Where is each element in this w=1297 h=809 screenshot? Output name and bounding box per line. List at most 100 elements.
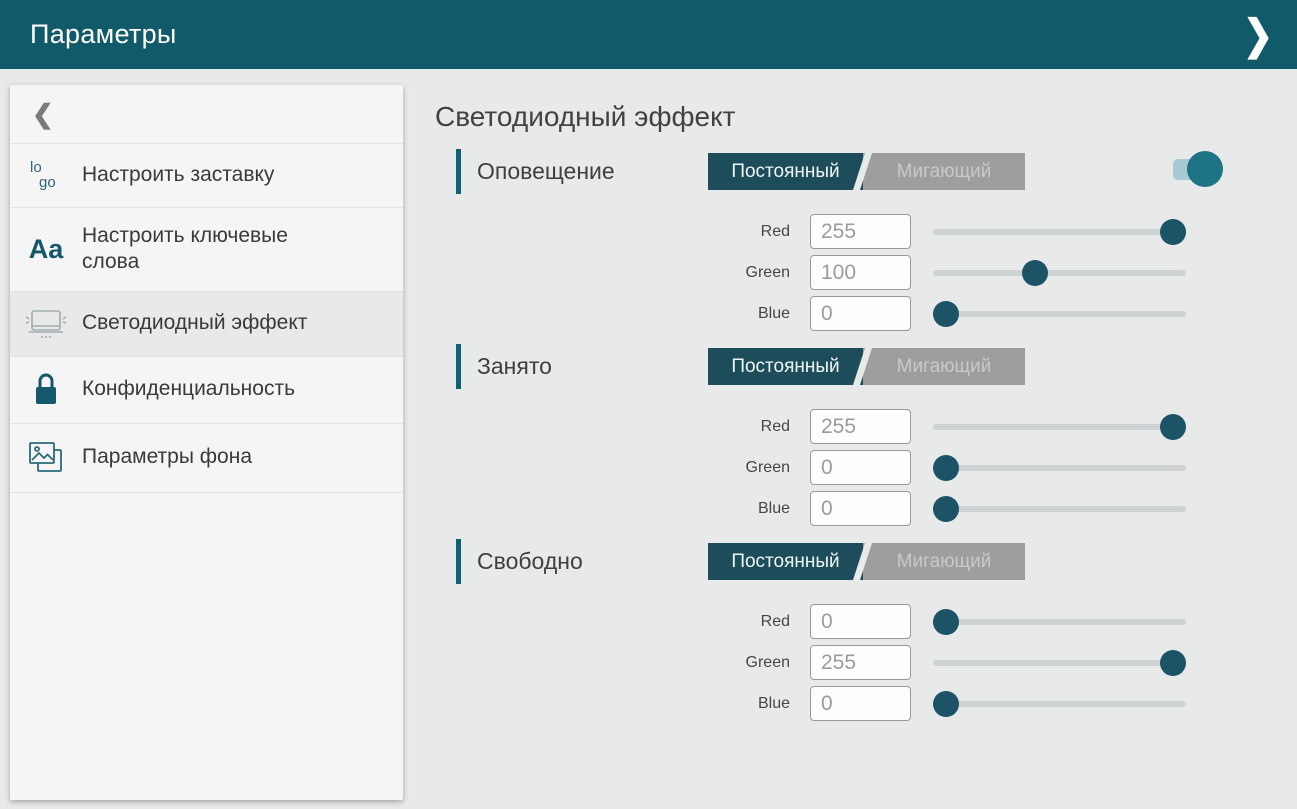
sidebar-item-label: Конфиденциальность	[82, 376, 295, 402]
app-header: Параметры ❯	[0, 0, 1297, 69]
blue-value-input[interactable]	[810, 296, 911, 331]
slider-track[interactable]	[933, 619, 1186, 625]
rgb-controls-busy: Red Green Blue	[435, 409, 1287, 526]
rgb-row-green: Green	[435, 645, 1287, 680]
mode-blinking-button[interactable]: Мигающий	[863, 543, 1025, 580]
logo-icon: logo	[10, 161, 82, 190]
slider-thumb[interactable]	[933, 301, 959, 327]
accent-bar	[456, 539, 461, 584]
rgb-row-blue: Blue	[435, 296, 1287, 331]
green-value-input[interactable]	[810, 645, 911, 680]
slider-track[interactable]	[933, 660, 1186, 666]
mode-solid-button[interactable]: Постоянный	[708, 153, 863, 190]
blue-value-input[interactable]	[810, 491, 911, 526]
page-title: Параметры	[30, 19, 177, 50]
led-effect-panel: Светодиодный эффект Оповещение Постоянны…	[435, 69, 1287, 727]
sidebar-item-keywords[interactable]: Aa Настроить ключевые слова	[10, 208, 403, 292]
blue-label: Blue	[435, 500, 790, 518]
green-value-input[interactable]	[810, 255, 911, 290]
mode-segmented-control-alert: Постоянный Мигающий	[708, 153, 1025, 190]
sidebar-item-privacy[interactable]: Конфиденциальность	[10, 357, 403, 424]
sidebar-item-label: Параметры фона	[82, 444, 252, 470]
lock-icon	[10, 372, 82, 408]
settings-sidebar: ❮ logo Настроить заставку Aa Настроить к…	[10, 85, 403, 800]
panel-title: Светодиодный эффект	[435, 101, 1287, 133]
mode-blinking-button[interactable]: Мигающий	[863, 348, 1025, 385]
chevron-left-icon: ❮	[32, 99, 54, 130]
sidebar-item-label: Настроить ключевые слова	[82, 223, 340, 276]
red-label: Red	[435, 223, 790, 241]
blue-slider[interactable]	[933, 491, 1186, 526]
red-value-input[interactable]	[810, 604, 911, 639]
red-label: Red	[435, 613, 790, 631]
sidebar-back-button[interactable]: ❮	[10, 85, 403, 144]
green-label: Green	[435, 264, 790, 282]
chevron-right-icon[interactable]: ❯	[1243, 14, 1273, 55]
mode-segmented-control-busy: Постоянный Мигающий	[708, 348, 1025, 385]
section-title: Свободно	[456, 539, 583, 584]
slider-track[interactable]	[933, 506, 1186, 512]
red-slider[interactable]	[933, 409, 1186, 444]
mode-solid-button[interactable]: Постоянный	[708, 348, 863, 385]
slider-track[interactable]	[933, 270, 1186, 276]
green-slider[interactable]	[933, 645, 1186, 680]
sidebar-item-label: Настроить заставку	[82, 162, 274, 188]
rgb-row-blue: Blue	[435, 686, 1287, 721]
accent-bar	[456, 344, 461, 389]
slider-track[interactable]	[933, 701, 1186, 707]
slider-thumb[interactable]	[1160, 414, 1186, 440]
slider-thumb[interactable]	[1022, 260, 1048, 286]
section-header-alert: Оповещение Постоянный Мигающий	[435, 149, 1287, 194]
background-images-icon	[10, 439, 82, 477]
sidebar-item-background[interactable]: Параметры фона	[10, 424, 403, 493]
rgb-row-green: Green	[435, 255, 1287, 290]
section-title: Занято	[456, 344, 552, 389]
slider-thumb[interactable]	[933, 496, 959, 522]
green-value-input[interactable]	[810, 450, 911, 485]
section-header-free: Свободно Постоянный Мигающий	[435, 539, 1287, 584]
led-display-icon	[10, 307, 82, 341]
slider-thumb[interactable]	[1160, 650, 1186, 676]
section-header-busy: Занято Постоянный Мигающий	[435, 344, 1287, 389]
red-value-input[interactable]	[810, 409, 911, 444]
blue-value-input[interactable]	[810, 686, 911, 721]
slider-thumb[interactable]	[933, 455, 959, 481]
blue-slider[interactable]	[933, 296, 1186, 331]
green-slider[interactable]	[933, 450, 1186, 485]
slider-thumb[interactable]	[1160, 219, 1186, 245]
slider-track[interactable]	[933, 229, 1186, 235]
sidebar-item-splash-screen[interactable]: logo Настроить заставку	[10, 144, 403, 208]
rgb-row-red: Red	[435, 604, 1287, 639]
mode-blinking-button[interactable]: Мигающий	[863, 153, 1025, 190]
rgb-row-green: Green	[435, 450, 1287, 485]
red-label: Red	[435, 418, 790, 436]
slider-track[interactable]	[933, 424, 1186, 430]
rgb-controls-free: Red Green Blue	[435, 604, 1287, 721]
red-value-input[interactable]	[810, 214, 911, 249]
green-label: Green	[435, 654, 790, 672]
accent-bar	[456, 149, 461, 194]
sidebar-item-label: Светодиодный эффект	[82, 310, 307, 336]
keywords-icon: Aa	[10, 234, 82, 265]
rgb-row-blue: Blue	[435, 491, 1287, 526]
section-title: Оповещение	[456, 149, 615, 194]
mode-solid-button[interactable]: Постоянный	[708, 543, 863, 580]
blue-label: Blue	[435, 305, 790, 323]
red-slider[interactable]	[933, 214, 1186, 249]
green-slider[interactable]	[933, 255, 1186, 290]
slider-thumb[interactable]	[933, 609, 959, 635]
toggle-thumb[interactable]	[1187, 151, 1223, 187]
slider-track[interactable]	[933, 465, 1186, 471]
alert-enable-toggle[interactable]	[1173, 151, 1223, 187]
sidebar-item-led-effect[interactable]: Светодиодный эффект	[10, 292, 403, 357]
mode-segmented-control-free: Постоянный Мигающий	[708, 543, 1025, 580]
red-slider[interactable]	[933, 604, 1186, 639]
rgb-controls-alert: Red Green Blue	[435, 214, 1287, 331]
rgb-row-red: Red	[435, 409, 1287, 444]
blue-slider[interactable]	[933, 686, 1186, 721]
slider-thumb[interactable]	[933, 691, 959, 717]
green-label: Green	[435, 459, 790, 477]
rgb-row-red: Red	[435, 214, 1287, 249]
blue-label: Blue	[435, 695, 790, 713]
slider-track[interactable]	[933, 311, 1186, 317]
